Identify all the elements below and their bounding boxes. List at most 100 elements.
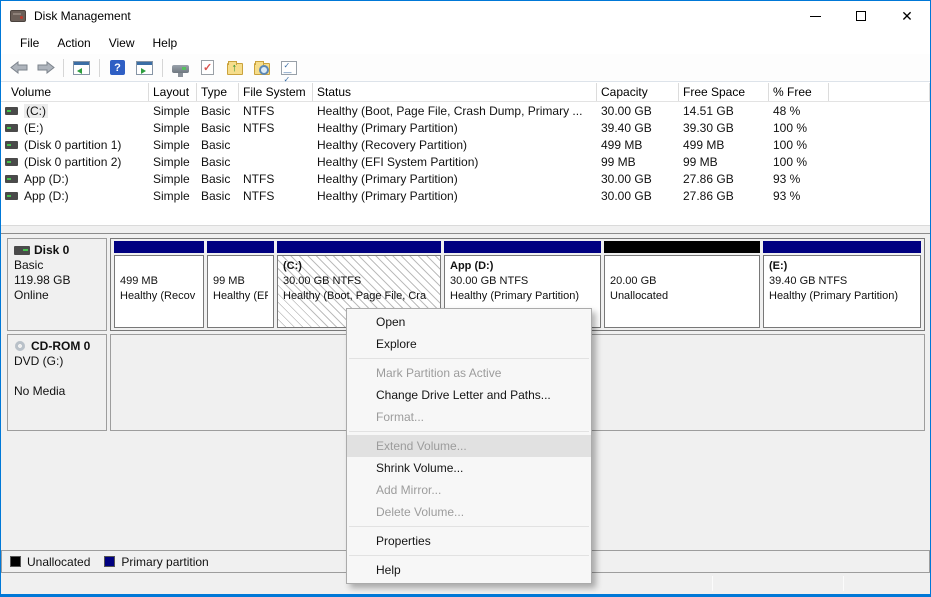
menu-item-open[interactable]: Open <box>347 311 591 333</box>
column-header-pctfree[interactable]: % Free <box>769 83 829 101</box>
volume-status: Healthy (Primary Partition) <box>313 121 597 135</box>
volume-pctfree: 100 % <box>769 138 829 152</box>
folder-export-button[interactable] <box>222 56 247 80</box>
volume-pctfree: 93 % <box>769 172 829 186</box>
checklist-icon: ✓—✓— <box>281 61 297 75</box>
volume-free: 39.30 GB <box>679 121 769 135</box>
statusbar-separator <box>712 576 713 591</box>
table-row[interactable]: (Disk 0 partition 1) Simple Basic Health… <box>1 136 930 153</box>
volume-name: (C:) <box>24 104 48 118</box>
legend-unallocated-label: Unallocated <box>27 555 90 569</box>
menu-item-extend-volume: Extend Volume... <box>347 435 591 457</box>
pane-splitter[interactable] <box>1 225 930 234</box>
help-icon: ? <box>110 60 125 75</box>
volume-capacity: 30.00 GB <box>597 189 679 203</box>
maximize-button[interactable] <box>838 1 884 31</box>
menu-item-help[interactable]: Help <box>347 559 591 581</box>
menu-file[interactable]: File <box>11 33 48 53</box>
table-row[interactable]: (E:) Simple Basic NTFS Healthy (Primary … <box>1 119 930 136</box>
partition-recovery[interactable]: 499 MB Healthy (Recov <box>114 241 204 328</box>
volume-name: (Disk 0 partition 2) <box>24 155 121 169</box>
volume-layout: Simple <box>149 138 197 152</box>
cdrom-media-status: No Media <box>14 384 106 399</box>
check-document-icon <box>201 60 214 75</box>
menu-help[interactable]: Help <box>144 33 187 53</box>
partition-size: 30.00 GB NTFS <box>450 274 595 289</box>
properties-list-button[interactable]: ✓—✓— <box>276 56 301 80</box>
menu-separator <box>349 431 589 432</box>
volume-icon <box>5 175 18 183</box>
menu-item-delete-volume: Delete Volume... <box>347 501 591 523</box>
column-header-layout[interactable]: Layout <box>149 83 197 101</box>
back-button[interactable] <box>6 56 31 80</box>
volume-status: Healthy (Boot, Page File, Crash Dump, Pr… <box>313 104 597 118</box>
volume-icon <box>5 158 18 166</box>
column-header-volume[interactable]: Volume <box>1 83 149 101</box>
column-header-freespace[interactable]: Free Space <box>679 83 769 101</box>
partition-e[interactable]: (E:) 39.40 GB NTFS Healthy (Primary Part… <box>763 241 921 328</box>
table-row[interactable]: App (D:) Simple Basic NTFS Healthy (Prim… <box>1 170 930 187</box>
disk0-type: Basic <box>14 258 106 273</box>
cdrom-icon <box>14 341 27 352</box>
disk0-label-panel[interactable]: Disk 0 Basic 119.98 GB Online <box>7 238 107 331</box>
menu-action[interactable]: Action <box>48 33 99 53</box>
menu-item-add-mirror: Add Mirror... <box>347 479 591 501</box>
forward-button[interactable] <box>33 56 58 80</box>
volume-fs: NTFS <box>239 104 313 118</box>
column-header-type[interactable]: Type <box>197 83 239 101</box>
partition-label <box>120 259 198 274</box>
disk0-name: Disk 0 <box>34 243 69 258</box>
window-title: Disk Management <box>34 9 131 23</box>
table-row[interactable]: App (D:) Simple Basic NTFS Healthy (Prim… <box>1 187 930 204</box>
toolbar: ? ✓—✓— <box>1 54 930 82</box>
menu-item-explore[interactable]: Explore <box>347 333 591 355</box>
partition-label: (C:) <box>283 259 435 274</box>
volume-name: (Disk 0 partition 1) <box>24 138 121 152</box>
partition-color-band <box>444 241 601 253</box>
show-action-pane-button[interactable] <box>132 56 157 80</box>
volume-pctfree: 93 % <box>769 189 829 203</box>
show-console-tree-button[interactable] <box>69 56 94 80</box>
volume-free: 27.86 GB <box>679 172 769 186</box>
menu-item-change-drive-letter[interactable]: Change Drive Letter and Paths... <box>347 384 591 406</box>
partition-color-band <box>207 241 274 253</box>
partition-color-band <box>763 241 921 253</box>
device-properties-button[interactable] <box>168 56 193 80</box>
column-header-capacity[interactable]: Capacity <box>597 83 679 101</box>
partition-unallocated[interactable]: 20.00 GB Unallocated <box>604 241 760 328</box>
disk-icon <box>14 246 30 255</box>
partition-efi[interactable]: 99 MB Healthy (EF <box>207 241 274 328</box>
folder-search-icon <box>254 63 270 75</box>
volume-fs: NTFS <box>239 172 313 186</box>
volume-type: Basic <box>197 104 239 118</box>
volume-layout: Simple <box>149 155 197 169</box>
console-tree-icon <box>73 61 90 75</box>
menu-item-format: Format... <box>347 406 591 428</box>
cdrom-label-panel[interactable]: CD-ROM 0 DVD (G:) No Media <box>7 334 107 431</box>
menu-item-shrink-volume[interactable]: Shrink Volume... <box>347 457 591 479</box>
help-button[interactable]: ? <box>105 56 130 80</box>
partition-label <box>213 259 268 274</box>
primary-partition-swatch <box>104 556 115 567</box>
menu-separator <box>349 526 589 527</box>
check-document-button[interactable] <box>195 56 220 80</box>
action-pane-icon <box>136 61 153 75</box>
menu-view[interactable]: View <box>100 33 144 53</box>
volume-status: Healthy (Primary Partition) <box>313 172 597 186</box>
minimize-icon <box>810 16 821 17</box>
partition-size: 39.40 GB NTFS <box>769 274 915 289</box>
volume-fs: NTFS <box>239 121 313 135</box>
app-disk-icon <box>10 10 26 22</box>
table-row[interactable]: (Disk 0 partition 2) Simple Basic Health… <box>1 153 930 170</box>
device-icon <box>172 65 189 73</box>
menu-item-properties[interactable]: Properties <box>347 530 591 552</box>
folder-search-button[interactable] <box>249 56 274 80</box>
close-button[interactable]: ✕ <box>884 1 930 31</box>
table-row[interactable]: (C:) Simple Basic NTFS Healthy (Boot, Pa… <box>1 102 930 119</box>
maximize-icon <box>856 11 866 21</box>
minimize-button[interactable] <box>792 1 838 31</box>
volume-layout: Simple <box>149 189 197 203</box>
column-header-status[interactable]: Status <box>313 83 597 101</box>
column-header-filesystem[interactable]: File System <box>239 83 313 101</box>
volume-free: 14.51 GB <box>679 104 769 118</box>
